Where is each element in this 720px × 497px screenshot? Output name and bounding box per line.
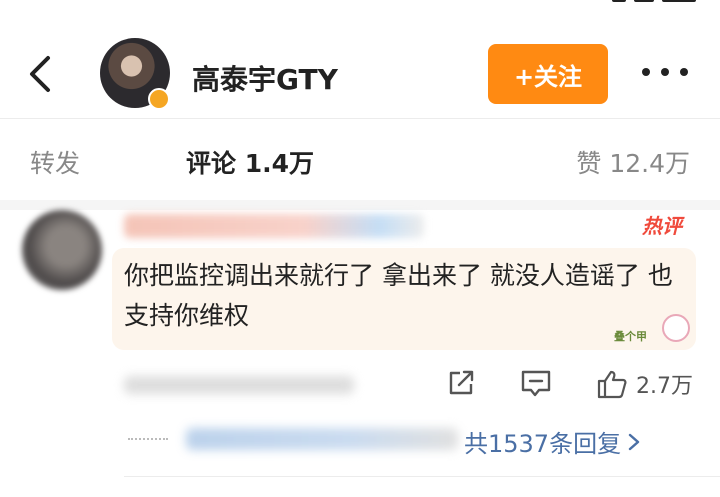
header-divider <box>0 118 720 119</box>
tab-like[interactable]: 赞 12.4万 <box>576 144 690 180</box>
share-button[interactable] <box>446 368 476 398</box>
commenter-name-blurred[interactable] <box>124 214 424 238</box>
commenter-avatar[interactable] <box>22 210 102 290</box>
chevron-right-icon <box>628 433 640 450</box>
comment-item: 热评 你把监控调出来就行了 拿出来了 就没人造谣了 也支持你维权 叠个甲 2.7… <box>0 210 720 497</box>
rabbit-face-icon <box>662 314 690 342</box>
back-button[interactable] <box>22 54 62 94</box>
profile-header: 高泰宇GTY +关注 <box>0 30 720 120</box>
comment-icon <box>521 370 551 397</box>
reply-indent-dots <box>128 438 168 440</box>
comment-text[interactable]: 你把监控调出来就行了 拿出来了 就没人造谣了 也支持你维权 <box>124 256 684 336</box>
reply-count-text: 共1537条回复 <box>464 430 622 458</box>
comment-divider <box>124 476 720 477</box>
reply-preview-blurred <box>186 428 458 450</box>
like-count: 2.7万 <box>636 374 693 399</box>
thumbs-up-icon <box>597 370 627 399</box>
sticker-label: 叠个甲 <box>614 330 647 343</box>
username[interactable]: 高泰宇GTY <box>192 58 338 98</box>
tab-repost[interactable]: 转发 <box>30 144 80 180</box>
section-divider <box>0 200 720 210</box>
comment-actions: 2.7万 <box>0 368 720 408</box>
reply-button[interactable] <box>520 368 552 398</box>
verified-badge-icon <box>148 88 170 110</box>
tab-comment[interactable]: 评论 1.4万 <box>186 144 314 180</box>
stats-tabs: 转发 评论 1.4万 赞 12.4万 <box>0 140 720 190</box>
status-icons <box>612 0 696 6</box>
status-bar <box>0 0 720 12</box>
sticker-decoration: 叠个甲 <box>614 314 694 354</box>
more-options-icon[interactable] <box>642 68 688 76</box>
view-replies-link[interactable]: 共1537条回复 <box>464 424 641 459</box>
follow-button[interactable]: +关注 <box>488 44 608 104</box>
hot-comment-badge: 热评 <box>642 214 682 238</box>
like-button[interactable]: 2.7万 <box>596 368 693 400</box>
replies-preview[interactable]: 共1537条回复 <box>124 424 720 458</box>
share-icon <box>449 370 474 395</box>
chevron-left-icon <box>30 56 50 92</box>
